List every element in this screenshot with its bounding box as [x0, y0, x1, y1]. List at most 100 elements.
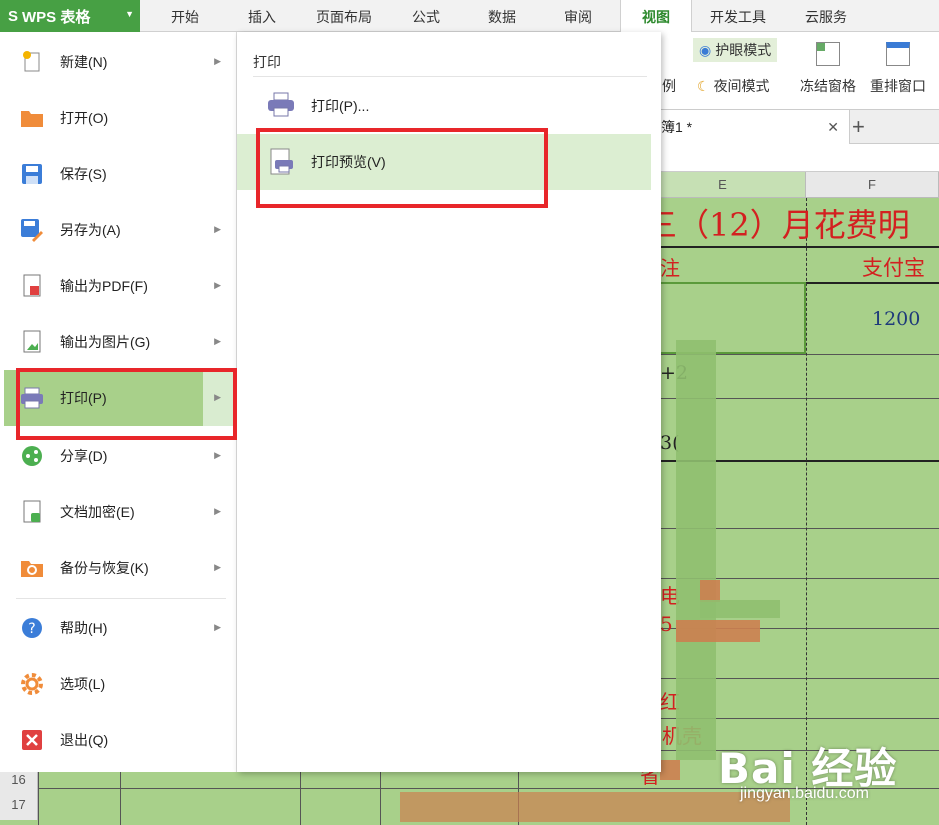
close-icon	[20, 728, 44, 752]
night-mode-label: 夜间模式	[713, 78, 770, 94]
close-tab-icon[interactable]: ✕	[827, 110, 839, 144]
app-menu-button[interactable]: S WPS 表格 ▼	[0, 0, 140, 32]
tab-cloud[interactable]: 云服务	[786, 0, 866, 32]
row-header-17[interactable]: 17	[0, 790, 38, 820]
column-header-f[interactable]: F	[806, 172, 939, 198]
menu-item-save[interactable]: 保存(S)	[4, 146, 233, 202]
tab-formulas[interactable]: 公式	[394, 0, 458, 32]
menu-item-label: 选项(L)	[60, 676, 106, 692]
menu-item-label: 输出为PDF(F)	[60, 278, 148, 294]
submenu-title: 打印	[253, 54, 281, 70]
wps-logo-icon: S	[8, 7, 19, 25]
eye-icon: ◉	[699, 41, 712, 58]
chevron-right-icon: ▶	[214, 56, 221, 66]
moon-icon: ☾	[697, 77, 710, 94]
tab-page-layout[interactable]: 页面布局	[304, 0, 384, 32]
menu-item-label: 备份与恢复(K)	[60, 560, 149, 576]
document-tab-name: 簿1 *	[661, 119, 693, 135]
selected-cell[interactable]	[640, 282, 806, 354]
menu-item-export-image[interactable]: 输出为图片(G) ▶	[4, 314, 233, 370]
menu-item-options[interactable]: 选项(L)	[4, 656, 233, 712]
eye-mode-button[interactable]: ◉ 护眼模式	[693, 38, 778, 62]
menu-item-backup[interactable]: 备份与恢复(K) ▶	[4, 540, 233, 596]
new-tab-icon[interactable]: +	[852, 114, 865, 140]
alipay-value-cell: 1200	[872, 308, 921, 330]
menu-item-new[interactable]: 新建(N) ▶	[4, 34, 233, 90]
mosaic-block	[700, 580, 720, 602]
mosaic-block	[700, 600, 780, 618]
rearrange-window-button[interactable]: 重排窗口	[870, 42, 926, 96]
menu-item-label: 保存(S)	[60, 166, 107, 182]
menu-item-label: 另存为(A)	[60, 222, 121, 238]
chevron-down-icon: ▼	[125, 9, 134, 19]
mosaic-block	[676, 620, 760, 642]
menu-item-label: 文档加密(E)	[60, 504, 135, 520]
highlight-box-print-preview	[256, 128, 548, 208]
menu-item-export-pdf[interactable]: 输出为PDF(F) ▶	[4, 258, 233, 314]
chevron-right-icon: ▶	[214, 622, 221, 632]
highlight-box-print	[16, 368, 237, 440]
freeze-panes-icon	[816, 42, 840, 66]
menu-item-label: 打开(O)	[60, 110, 109, 126]
gear-icon	[20, 672, 44, 696]
menu-item-encrypt[interactable]: 文档加密(E) ▶	[4, 484, 233, 540]
tab-view[interactable]: 视图	[620, 0, 692, 33]
new-file-icon	[20, 50, 44, 74]
mosaic-block	[676, 340, 716, 760]
windows-icon	[886, 42, 910, 66]
freeze-panes-label: 冻结窗格	[800, 78, 856, 94]
tab-start[interactable]: 开始	[150, 0, 220, 32]
print-dialog-item[interactable]: 打印(P)...	[237, 78, 651, 134]
menu-item-help[interactable]: ? 帮助(H) ▶	[4, 600, 233, 656]
open-folder-icon	[20, 106, 44, 130]
app-name: WPS 表格	[22, 8, 91, 26]
row-header-16[interactable]: 16	[0, 772, 38, 790]
submenu-item-label: 打印(P)...	[311, 98, 370, 114]
tab-developer[interactable]: 开发工具	[698, 0, 778, 32]
menu-item-label: 分享(D)	[60, 448, 108, 464]
tab-data[interactable]: 数据	[468, 0, 536, 32]
rearrange-window-label: 重排窗口	[870, 78, 926, 94]
header-e-cell: 注	[660, 256, 680, 280]
menu-item-exit[interactable]: 退出(Q)	[4, 712, 233, 768]
tab-review[interactable]: 审阅	[546, 0, 610, 32]
column-header-e[interactable]: E	[640, 172, 806, 198]
chevron-right-icon: ▶	[214, 336, 221, 346]
chevron-right-icon: ▶	[214, 280, 221, 290]
menu-item-label: 新建(N)	[60, 54, 108, 70]
menu-item-label: 帮助(H)	[60, 620, 108, 636]
ribbon-partial-label: 例	[662, 78, 676, 94]
header-f-cell: 支付宝	[862, 256, 925, 280]
eye-mode-label: 护眼模式	[715, 42, 772, 58]
chevron-right-icon: ▶	[214, 450, 221, 460]
svg-text:?: ?	[28, 621, 35, 637]
document-tab[interactable]: 簿1 * ✕	[640, 110, 850, 144]
save-icon	[20, 162, 44, 186]
submenu-divider	[253, 76, 647, 77]
mosaic-block	[400, 792, 790, 822]
mosaic-block	[660, 760, 680, 780]
menu-separator	[16, 598, 226, 599]
help-icon: ?	[20, 616, 44, 640]
menu-item-label: 输出为图片(G)	[60, 334, 151, 350]
image-export-icon	[20, 330, 44, 354]
chevron-right-icon: ▶	[214, 506, 221, 516]
menu-item-save-as[interactable]: 另存为(A) ▶	[4, 202, 233, 258]
pdf-icon	[20, 274, 44, 298]
tab-insert[interactable]: 插入	[230, 0, 294, 32]
menu-item-open[interactable]: 打开(O)	[4, 90, 233, 146]
freeze-panes-button[interactable]: 冻结窗格	[800, 42, 856, 96]
sheet-title: 三（12）月花费明	[645, 206, 910, 244]
backup-icon	[20, 556, 44, 580]
cell-fragment: 5	[660, 612, 673, 636]
menu-item-label: 退出(Q)	[60, 732, 109, 748]
lock-document-icon	[20, 500, 44, 524]
printer-icon	[267, 92, 295, 120]
chevron-right-icon: ▶	[214, 224, 221, 234]
save-as-icon	[20, 218, 44, 242]
share-icon	[20, 444, 44, 468]
chevron-right-icon: ▶	[214, 562, 221, 572]
night-mode-button[interactable]: ☾ 夜间模式	[697, 76, 770, 96]
menu-bar: S WPS 表格 ▼ 开始 插入 页面布局 公式 数据 审阅 视图 开发工具 云…	[0, 0, 939, 33]
baidu-watermark-url: jingyan.baidu.com	[740, 785, 869, 802]
